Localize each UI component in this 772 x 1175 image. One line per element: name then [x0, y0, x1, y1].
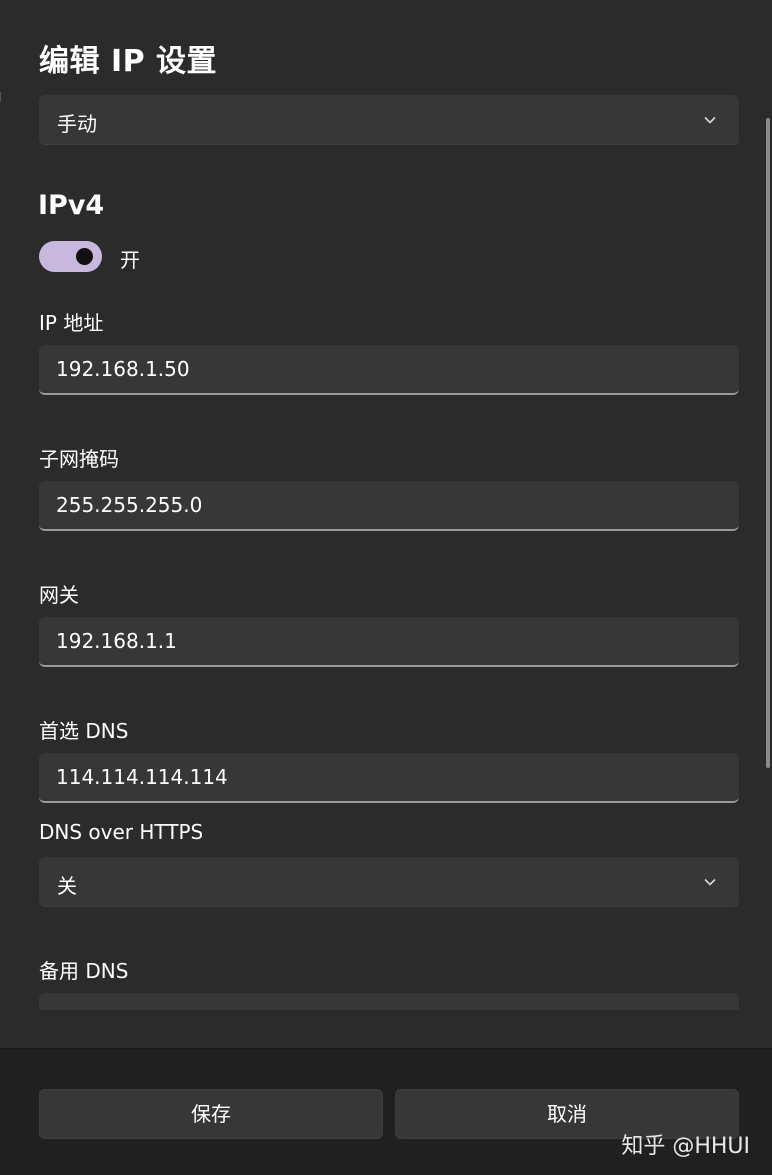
- dns-over-https-label: DNS over HTTPS: [39, 820, 204, 844]
- window-edge-mark: [0, 92, 1, 102]
- gateway-input[interactable]: 192.168.1.1: [39, 617, 739, 667]
- ipv4-toggle[interactable]: [39, 241, 102, 272]
- settings-scroll-area[interactable]: 编辑 IP 设置 手动 IPv4 开 IP 地址 192.168.1.50 子网…: [0, 0, 772, 1010]
- ip-address-label: IP 地址: [39, 311, 104, 335]
- preferred-dns-input[interactable]: 114.114.114.114: [39, 753, 739, 803]
- chevron-down-icon: [704, 116, 716, 124]
- alternate-dns-label: 备用 DNS: [39, 959, 129, 983]
- dialog-title: 编辑 IP 设置: [39, 44, 218, 79]
- ipv4-section-title: IPv4: [38, 190, 105, 221]
- scrollbar-thumb[interactable]: [766, 118, 770, 768]
- watermark: 知乎 @HHUI: [621, 1134, 750, 1159]
- chevron-down-icon: [704, 878, 716, 886]
- gateway-label: 网关: [39, 583, 79, 607]
- save-button[interactable]: 保存: [39, 1089, 383, 1139]
- alternate-dns-input[interactable]: [39, 993, 739, 1010]
- ip-address-input[interactable]: 192.168.1.50: [39, 345, 739, 395]
- subnet-mask-input[interactable]: 255.255.255.0: [39, 481, 739, 531]
- ip-assignment-select[interactable]: 手动: [39, 95, 739, 145]
- dns-over-https-value: 关: [57, 874, 77, 898]
- dns-over-https-select[interactable]: 关: [39, 857, 739, 907]
- subnet-mask-label: 子网掩码: [39, 447, 119, 471]
- toggle-knob: [76, 248, 93, 265]
- ip-assignment-value: 手动: [57, 112, 97, 136]
- edit-ip-settings-dialog: 编辑 IP 设置 手动 IPv4 开 IP 地址 192.168.1.50 子网…: [0, 0, 772, 1175]
- preferred-dns-label: 首选 DNS: [39, 719, 129, 743]
- ipv4-toggle-label: 开: [120, 248, 140, 272]
